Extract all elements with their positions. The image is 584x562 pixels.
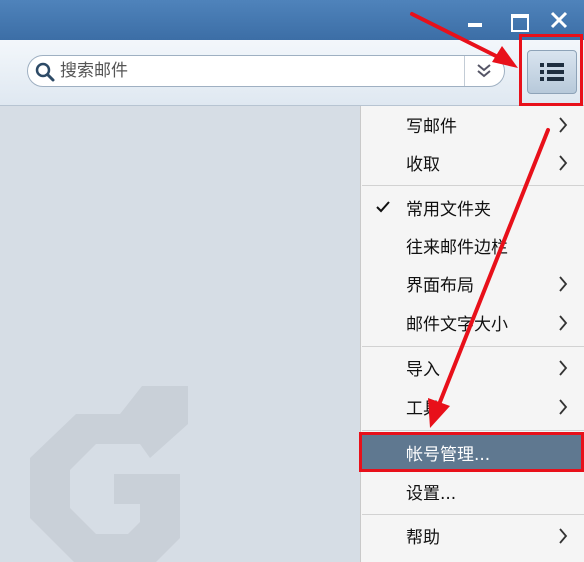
menu-separator [362,185,584,186]
menu-item-import[interactable]: 导入 [362,349,584,387]
menu-item-label: 收取 [406,155,440,175]
minimize-icon[interactable] [462,8,488,32]
menu-separator [362,430,584,431]
menu-item-tools[interactable]: 工具 [362,388,584,426]
foxmail-logo-icon [30,386,188,562]
menu-item-correspondence-sidebar[interactable]: 往来邮件边栏 [362,227,584,265]
menu-separator [362,346,584,347]
search-input[interactable] [60,59,440,83]
search-box [27,55,505,87]
menu-item-label: 写邮件 [406,117,457,137]
main-menu-dropdown: 写邮件 收取 常用文件夹 往来邮件边栏 界面布局 邮件文字大小 导入 工具 帐号… [360,106,584,562]
chevron-right-icon [559,155,568,171]
chevron-right-icon [559,315,568,331]
menu-item-layout[interactable]: 界面布局 [362,265,584,303]
menu-item-label: 往来邮件边栏 [406,238,508,258]
main-content-area [0,106,360,562]
annotation-highlight-menu-button [519,34,583,106]
menu-separator [362,514,584,515]
annotation-highlight-account-item [359,432,584,472]
menu-item-label: 邮件文字大小 [406,315,508,335]
menu-item-receive[interactable]: 收取 [362,144,584,182]
menu-item-label: 常用文件夹 [406,200,491,220]
menu-item-label: 工具 [406,399,440,419]
menu-item-help[interactable]: 帮助 [362,517,584,555]
chevron-right-icon [559,117,568,133]
menu-item-label: 界面布局 [406,276,474,296]
chevron-right-icon [559,528,568,544]
chevron-right-icon [559,276,568,292]
menu-item-compose[interactable]: 写邮件 [362,106,584,144]
chevron-right-icon [559,360,568,376]
close-icon[interactable] [546,8,572,32]
checkmark-icon [376,201,390,213]
menu-item-settings[interactable]: 设置... [362,473,584,511]
double-chevron-down-icon [477,64,491,78]
search-options-button[interactable] [464,56,504,86]
menu-item-common-folders[interactable]: 常用文件夹 [362,189,584,227]
menu-item-label: 导入 [406,360,440,380]
toolbar [0,40,584,106]
menu-item-label: 帮助 [406,528,440,548]
menu-item-font-size[interactable]: 邮件文字大小 [362,304,584,342]
title-bar [0,0,584,40]
chevron-right-icon [559,399,568,415]
menu-item-label: 设置... [406,484,457,504]
search-icon [35,62,55,82]
maximize-icon[interactable] [506,8,532,32]
